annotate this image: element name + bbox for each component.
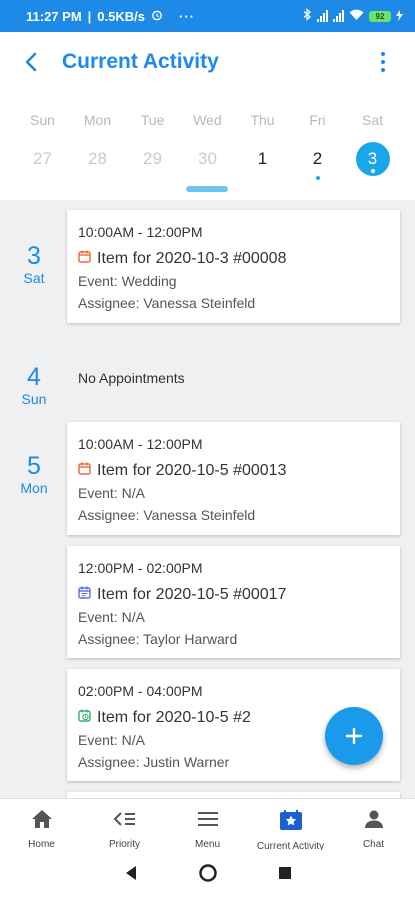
battery-icon: 92 <box>369 10 391 22</box>
week-day-name: Fri <box>309 112 326 128</box>
week-day-name: Sun <box>30 112 55 128</box>
signal-icon-2 <box>333 10 344 22</box>
event-indicator-dot <box>370 169 375 173</box>
appointment-card[interactable]: 10:00AM - 12:00PM Item for 2020-10-3 #00… <box>67 210 400 323</box>
appointment-event: Event: N/A <box>78 485 145 501</box>
tab-current-activity[interactable]: Current Activity <box>249 799 332 852</box>
appointment-title: Item for 2020-10-5 #00017 <box>97 586 287 603</box>
bottom-navigation: Home Priority Menu Current Activity Chat <box>0 798 415 852</box>
system-home-icon[interactable] <box>198 863 218 888</box>
signal-icon <box>317 10 328 22</box>
tab-priority[interactable]: Priority <box>83 799 166 850</box>
back-arrow-icon[interactable] <box>0 32 62 92</box>
more-vert-icon[interactable] <box>371 50 395 74</box>
charging-icon <box>396 9 403 24</box>
week-day-number: 2 <box>301 142 335 180</box>
appointment-time: 02:00PM - 04:00PM <box>78 683 203 699</box>
menu-icon <box>197 809 219 829</box>
appointment-title: Item for 2020-10-5 #2 <box>97 709 251 726</box>
current-activity-icon <box>279 809 303 831</box>
week-day-number: 27 <box>33 149 52 168</box>
week-day-name: Sat <box>361 112 383 128</box>
wifi-icon <box>349 9 364 24</box>
week-day-name: Mon <box>83 112 112 128</box>
add-button[interactable] <box>325 707 383 765</box>
appointment-time: 12:00PM - 02:00PM <box>78 560 203 576</box>
appointment-title: Item for 2020-10-3 #00008 <box>97 250 287 267</box>
status-speed: 0.5KB/s <box>97 8 145 24</box>
tab-menu[interactable]: Menu <box>166 799 249 850</box>
tab-home[interactable]: Home <box>0 799 83 850</box>
chat-icon <box>364 809 384 829</box>
appointment-assignee: Assignee: Vanessa Steinfeld <box>78 295 256 311</box>
week-day-4[interactable]: Thu 1 <box>235 110 290 176</box>
week-day-2[interactable]: Tue 29 <box>125 110 180 176</box>
week-day-0[interactable]: Sun 27 <box>15 110 70 176</box>
appointment-assignee: Assignee: Vanessa Steinfeld <box>78 507 256 523</box>
week-day-number: 29 <box>143 149 162 168</box>
page-title: Current Activity <box>62 50 219 73</box>
plus-icon <box>345 727 363 745</box>
appointment-event: Event: Wedding <box>78 273 177 289</box>
home-icon <box>31 809 53 829</box>
no-appointments-text: No Appointments <box>78 370 185 386</box>
week-day-5[interactable]: Fri 2 <box>290 110 345 180</box>
week-calendar: Sun 27 Mon 28 Tue 29 Wed 30 Thu 1 Fri 2 Sat 3 <box>0 92 415 200</box>
tab-chat[interactable]: Chat <box>332 799 415 850</box>
day-label: 4 Sun <box>21 363 47 407</box>
week-day-6[interactable]: Sat 3 <box>345 110 400 176</box>
week-day-number: 28 <box>88 149 107 168</box>
calendar-icon <box>78 462 91 480</box>
event-indicator-dot <box>315 176 320 180</box>
appointment-time: 10:00AM - 12:00PM <box>78 224 203 240</box>
appointment-title: Item for 2020-10-5 #00013 <box>97 462 287 479</box>
system-back-icon[interactable] <box>124 865 138 886</box>
appointment-card[interactable]: 12:00PM - 02:00PM Item for 2020-10-5 #00… <box>67 546 400 658</box>
appointment-assignee: Assignee: Taylor Harward <box>78 631 238 647</box>
bluetooth-icon <box>303 8 312 24</box>
status-more: ··· <box>179 8 195 24</box>
appointment-event: Event: N/A <box>78 609 145 625</box>
priority-icon <box>113 809 137 829</box>
calendar-list-icon <box>78 586 91 604</box>
status-time: 11:27 PM <box>26 8 82 24</box>
week-day-number: 30 <box>198 149 217 168</box>
week-day-number: 1 <box>257 149 268 168</box>
day-label: 3 Sat <box>23 242 45 286</box>
week-day-name: Thu <box>250 112 275 128</box>
system-recents-icon[interactable] <box>278 866 292 885</box>
week-day-name: Wed <box>193 112 222 128</box>
calendar-icon <box>78 250 91 268</box>
calendar-clock-icon <box>78 709 91 727</box>
day-label: 5 Mon <box>20 452 48 496</box>
appointment-time: 10:00AM - 12:00PM <box>78 436 203 452</box>
week-day-3[interactable]: Wed 30 <box>180 110 235 176</box>
system-navigation-bar <box>0 850 415 900</box>
appointment-card[interactable]: 10:00AM - 12:00PM Item for 2020-10-5 #00… <box>67 422 400 535</box>
app-bar: Current Activity <box>0 32 415 92</box>
calendar-expand-handle[interactable] <box>186 186 228 192</box>
week-day-1[interactable]: Mon 28 <box>70 110 125 176</box>
alarm-icon <box>151 9 163 24</box>
week-day-number: 3 <box>355 142 390 176</box>
status-bar: 11:27 PM | 0.5KB/s ··· 92 <box>0 0 415 32</box>
week-day-name: Tue <box>140 112 165 128</box>
